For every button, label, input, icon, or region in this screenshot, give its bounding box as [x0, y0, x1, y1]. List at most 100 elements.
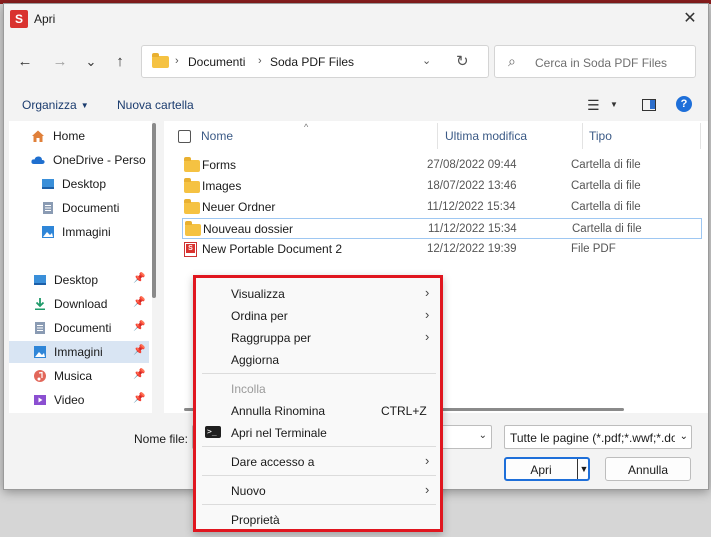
menu-item-apri-nel-terminale[interactable]: Apri nel Terminale: [196, 421, 440, 443]
chevron-right-icon: ›: [425, 329, 430, 344]
navigation-pane: Home OneDrive - Perso Desktop Documenti …: [9, 121, 152, 413]
sidebar-item-video[interactable]: Video 📌: [9, 389, 149, 411]
sidebar-item-label: Immagini: [62, 225, 111, 239]
menu-item-ordina-per[interactable]: Ordina per ›: [196, 304, 440, 326]
menu-item-raggruppa-per[interactable]: Raggruppa per ›: [196, 326, 440, 348]
navigation-bar: ← → ⌄ ↑ › Documenti › Soda PDF Files ⌄ ↻…: [4, 40, 708, 84]
sort-ascending-icon: ^: [304, 122, 309, 132]
file-modified: 11/12/2022 15:34: [428, 223, 517, 235]
column-divider[interactable]: [582, 123, 583, 149]
sidebar-item-label: OneDrive - Perso: [53, 153, 146, 167]
up-button[interactable]: ↑: [110, 52, 130, 72]
sidebar-item-label: Desktop: [62, 177, 107, 191]
pin-icon: 📌: [133, 393, 146, 404]
recent-locations-button[interactable]: ⌄: [81, 52, 101, 72]
column-header-modified[interactable]: Ultima modifica: [445, 129, 527, 143]
menu-item-label: Aggiorna: [231, 353, 280, 367]
address-bar[interactable]: › Documenti › Soda PDF Files ⌄ ↻: [141, 45, 489, 78]
filename-label: Nome file:: [134, 432, 189, 446]
menu-separator: [202, 475, 436, 476]
breadcrumb-soda-pdf-files[interactable]: Soda PDF Files: [270, 55, 354, 69]
open-button[interactable]: Apri ▼: [504, 457, 590, 481]
menu-item-proprieta[interactable]: Proprietà: [196, 508, 440, 530]
forward-button[interactable]: →: [50, 52, 70, 72]
breadcrumb-documenti[interactable]: Documenti: [188, 55, 245, 69]
column-header-name[interactable]: Nome: [201, 129, 233, 143]
file-modified: 27/08/2022 09:44: [427, 159, 517, 171]
sidebar-item-download[interactable]: Download 📌: [9, 293, 149, 315]
file-type: Cartella di file: [571, 159, 641, 171]
file-row-nouveau-dossier[interactable]: Nouveau dossier 11/12/2022 15:34 Cartell…: [182, 218, 702, 239]
caret-down-icon[interactable]: ▼: [610, 100, 618, 109]
file-type: Cartella di file: [571, 180, 641, 192]
sidebar-item-documenti[interactable]: Documenti 📌: [9, 317, 149, 339]
select-all-checkbox[interactable]: [178, 130, 191, 143]
file-type: File PDF: [571, 243, 616, 255]
cancel-button[interactable]: Annulla: [605, 457, 691, 481]
new-folder-button[interactable]: Nuova cartella: [117, 98, 194, 112]
file-type: Cartella di file: [571, 201, 641, 213]
menu-item-label: Incolla: [231, 382, 266, 396]
chevron-right-icon: ›: [425, 307, 430, 322]
view-options-icon[interactable]: ☰: [587, 97, 600, 114]
menu-separator: [202, 373, 436, 374]
command-bar: Organizza ▼ Nuova cartella ☰ ▼ ?: [4, 90, 708, 118]
menu-item-aggiorna[interactable]: Aggiorna: [196, 348, 440, 370]
column-header-type[interactable]: Tipo: [589, 129, 612, 143]
help-icon[interactable]: ?: [676, 96, 692, 112]
document-icon: [43, 202, 53, 214]
sidebar-item-home[interactable]: Home: [9, 125, 149, 147]
title-bar: S Apri ✕: [4, 4, 708, 34]
menu-separator: [202, 504, 436, 505]
menu-item-label: Nuovo: [231, 484, 266, 498]
chevron-down-icon[interactable]: ⌄: [422, 54, 431, 67]
pin-icon: 📌: [133, 321, 146, 332]
sidebar-item-documenti-onedrive[interactable]: Documenti: [9, 197, 149, 219]
home-icon: [32, 130, 44, 142]
close-button[interactable]: ✕: [680, 9, 700, 29]
open-button-label: Apri: [530, 463, 552, 477]
sidebar-item-onedrive[interactable]: OneDrive - Perso: [9, 149, 149, 171]
sidebar-item-desktop[interactable]: Desktop 📌: [9, 269, 149, 291]
sidebar-item-musica[interactable]: Musica 📌: [9, 365, 149, 387]
column-divider[interactable]: [437, 123, 438, 149]
back-button[interactable]: ←: [15, 52, 35, 72]
file-name: Images: [202, 179, 242, 193]
menu-item-label: Raggruppa per: [231, 331, 312, 345]
menu-item-nuovo[interactable]: Nuovo ›: [196, 479, 440, 501]
sidebar-item-immagini-onedrive[interactable]: Immagini: [9, 221, 149, 243]
menu-item-label: Proprietà: [231, 513, 280, 527]
menu-separator: [202, 446, 436, 447]
organize-button[interactable]: Organizza ▼: [22, 98, 89, 112]
pin-icon: 📌: [133, 297, 146, 308]
menu-item-dare-accesso-a[interactable]: Dare accesso a ›: [196, 450, 440, 472]
sidebar-item-immagini[interactable]: Immagini 📌: [9, 341, 149, 363]
pin-icon: 📌: [133, 273, 146, 284]
file-row-new-portable-document[interactable]: New Portable Document 2 12/12/2022 19:39…: [182, 239, 702, 260]
folder-icon: [184, 199, 200, 214]
image-icon: [42, 226, 54, 238]
menu-item-visualizza[interactable]: Visualizza ›: [196, 282, 440, 304]
sidebar-item-label: Home: [53, 129, 86, 143]
breadcrumb-separator: ›: [258, 55, 262, 67]
search-input[interactable]: Cerca in Soda PDF Files: [535, 56, 667, 70]
column-divider[interactable]: [700, 123, 701, 149]
cloud-icon: [31, 156, 45, 164]
sidebar-item-desktop-onedrive[interactable]: Desktop: [9, 173, 149, 195]
open-options-caret-icon[interactable]: ▼: [577, 459, 590, 479]
refresh-icon[interactable]: ↻: [456, 52, 469, 70]
file-modified: 18/07/2022 13:46: [427, 180, 517, 192]
file-row-neuer-ordner[interactable]: Neuer Ordner 11/12/2022 15:34 Cartella d…: [182, 197, 702, 218]
menu-item-annulla-rinomina[interactable]: Annulla Rinomina CTRL+Z: [196, 399, 440, 421]
file-row-images[interactable]: Images 18/07/2022 13:46 Cartella di file: [182, 176, 702, 197]
file-type-filter[interactable]: Tutte le pagine (*.pdf;*.wwf;*.do ⌄: [504, 425, 692, 449]
chevron-down-icon[interactable]: ⌄: [479, 430, 487, 441]
preview-pane-icon[interactable]: [642, 99, 656, 111]
chevron-down-icon: ⌄: [679, 431, 688, 442]
document-icon: [35, 322, 45, 334]
file-row-forms[interactable]: Forms 27/08/2022 09:44 Cartella di file: [182, 155, 702, 176]
pin-icon: 📌: [133, 369, 146, 380]
search-box[interactable]: ⌕ Cerca in Soda PDF Files: [494, 45, 696, 78]
sidebar-scrollbar[interactable]: [152, 123, 156, 298]
menu-item-label: Ordina per: [231, 309, 288, 323]
